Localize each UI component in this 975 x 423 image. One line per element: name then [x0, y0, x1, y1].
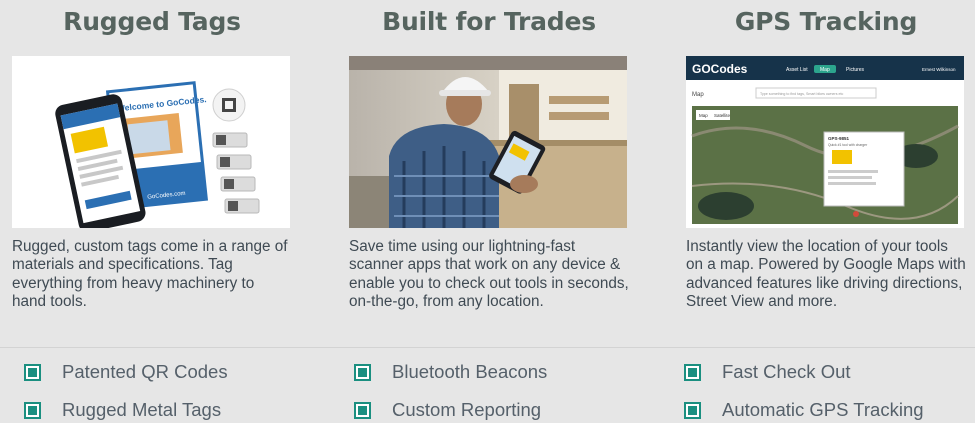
tradesman-photo	[349, 56, 627, 228]
checkbox-icon	[24, 363, 41, 381]
app-logo: GOCodes	[692, 62, 748, 76]
feature-label: Bluetooth Beacons	[392, 361, 548, 382]
map-tab-satellite: Satellite	[714, 113, 731, 118]
column-title: Built for Trades	[382, 7, 596, 36]
map-tab-map: Map	[699, 113, 708, 118]
feature-label: Rugged Metal Tags	[62, 399, 222, 420]
popup-subtitle: Quick #1 tool with charger	[828, 143, 868, 147]
popup-title: GPS-9851	[828, 136, 850, 141]
feature-item: Custom Reporting	[354, 397, 541, 423]
checkbox-icon	[354, 401, 371, 419]
feature-item: Bluetooth Beacons	[354, 359, 547, 385]
feature-item: Automatic GPS Tracking	[684, 397, 924, 423]
checkbox-icon	[354, 363, 371, 381]
feature-label: Custom Reporting	[392, 399, 542, 420]
feature-column-built-for-trades: Built for Trades Save time using our lig…	[349, 0, 629, 330]
user-name: Ernest Wilkinson	[922, 67, 956, 72]
nav-asset-list: Asset List	[786, 67, 808, 73]
feature-item: Patented QR Codes	[24, 359, 228, 385]
checkbox-icon	[684, 363, 701, 381]
gps-map-screenshot: GOCodes Asset List Map Pictures Ernest W…	[686, 56, 964, 228]
nav-pictures: Pictures	[846, 67, 865, 73]
feature-column-gps-tracking: GPS Tracking GOCodes Asset List Map Pict…	[686, 0, 966, 330]
rugged-tags-image: Welcome to GoCodes. GoCodes.com	[12, 56, 290, 228]
section-divider	[0, 347, 975, 348]
nav-map: Map	[820, 67, 830, 73]
feature-item: Rugged Metal Tags	[24, 397, 221, 423]
checkbox-icon	[684, 401, 701, 419]
feature-column-rugged-tags: Rugged Tags Welcome to GoCodes. GoCodes.…	[12, 0, 292, 330]
feature-item: Fast Check Out	[684, 359, 851, 385]
map-search: Type something to find tags, Smart bikes…	[760, 92, 843, 96]
checkbox-icon	[24, 401, 41, 419]
feature-label: Fast Check Out	[722, 361, 851, 382]
feature-label: Automatic GPS Tracking	[722, 399, 924, 420]
feature-label: Patented QR Codes	[62, 361, 228, 382]
gocodes-kit-illustration: Welcome to GoCodes. GoCodes.com	[55, 81, 260, 228]
workshop-illustration	[349, 56, 627, 228]
column-title: GPS Tracking	[734, 7, 918, 36]
column-description: Rugged, custom tags come in a range of m…	[12, 238, 288, 311]
column-title: Rugged Tags	[63, 7, 241, 36]
map-app-illustration: GOCodes Asset List Map Pictures Ernest W…	[686, 56, 964, 224]
column-description: Instantly view the location of your tool…	[686, 238, 966, 311]
column-description: Save time using our lightning-fast scann…	[349, 238, 629, 311]
map-title: Map	[692, 92, 704, 98]
